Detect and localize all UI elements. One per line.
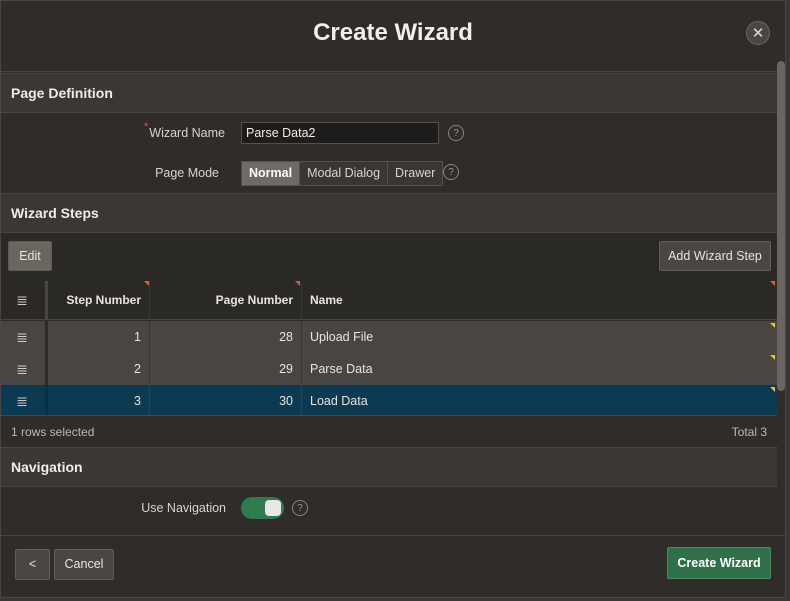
name-cell[interactable]: Load Data	[310, 385, 610, 417]
page-number-cell[interactable]: 30	[150, 385, 293, 417]
toggle-knob	[265, 500, 281, 516]
step-number-cell[interactable]: 2	[49, 353, 141, 385]
page-definition-header: Page Definition	[1, 73, 777, 113]
create-wizard-button[interactable]: Create Wizard	[667, 547, 771, 579]
cancel-button[interactable]: Cancel	[54, 549, 114, 580]
page-mode-segmented: Normal Modal Dialog Drawer	[241, 161, 444, 186]
create-wizard-dialog: Create Wizard ✕ Page Definition * Wizard…	[0, 0, 787, 598]
navigation-header: Navigation	[1, 447, 777, 487]
wizard-name-label: Wizard Name	[149, 126, 225, 140]
grid-toolbar: Edit Add Wizard Step	[1, 233, 777, 281]
dialog-titlebar: Create Wizard ✕	[1, 1, 785, 72]
close-icon[interactable]: ✕	[746, 21, 770, 45]
page-definition-title: Page Definition	[11, 85, 113, 101]
rows-selected-text: 1 rows selected	[11, 425, 95, 439]
page-mode-modal-dialog[interactable]: Modal Dialog	[300, 162, 389, 185]
wizard-name-input[interactable]	[241, 122, 439, 144]
row-drag-handle-icon[interactable]: ≣	[13, 321, 31, 353]
column-page-number[interactable]: Page Number	[150, 281, 293, 319]
table-row-selected[interactable]: ≣ 3 30 Load Data	[1, 385, 777, 417]
chevron-left-icon: <	[28, 557, 37, 571]
wizard-steps-header: Wizard Steps	[1, 193, 777, 233]
edit-button[interactable]: Edit	[8, 241, 52, 271]
name-cell[interactable]: Parse Data	[310, 353, 610, 385]
column-name[interactable]: Name	[310, 281, 510, 319]
use-navigation-label: Use Navigation	[141, 501, 226, 515]
use-navigation-toggle[interactable]	[241, 497, 284, 519]
back-button[interactable]: <	[15, 549, 50, 580]
page-mode-drawer[interactable]: Drawer	[388, 162, 443, 185]
row-drag-handle-icon[interactable]: ≣	[13, 385, 31, 417]
name-cell[interactable]: Upload File	[310, 321, 610, 353]
step-number-cell[interactable]: 3	[49, 385, 141, 417]
table-row[interactable]: ≣ 2 29 Parse Data	[1, 353, 777, 385]
page-mode-normal[interactable]: Normal	[242, 162, 301, 185]
step-number-cell[interactable]: 1	[49, 321, 141, 353]
grid-header-row: ≣ Step Number Page Number Name	[1, 281, 777, 320]
column-menu-icon[interactable]: ≣	[13, 281, 31, 319]
page-number-cell[interactable]: 28	[150, 321, 293, 353]
wizard-steps-title: Wizard Steps	[11, 205, 99, 221]
page-number-cell[interactable]: 29	[150, 353, 293, 385]
dialog-title: Create Wizard	[313, 19, 473, 46]
dialog-scrollbar[interactable]	[777, 61, 785, 391]
column-step-number[interactable]: Step Number	[49, 281, 141, 319]
row-drag-handle-icon[interactable]: ≣	[13, 353, 31, 385]
wizard-name-help-icon[interactable]: ?	[448, 125, 464, 141]
use-navigation-help-icon[interactable]: ?	[292, 500, 308, 516]
page-mode-label: Page Mode	[155, 166, 219, 180]
add-wizard-step-button[interactable]: Add Wizard Step	[659, 241, 771, 271]
table-row[interactable]: ≣ 1 28 Upload File	[1, 321, 777, 353]
page-mode-help-icon[interactable]: ?	[443, 164, 459, 180]
grid-footer: 1 rows selected Total 3	[1, 415, 777, 448]
total-count-text: Total 3	[731, 425, 767, 439]
navigation-title: Navigation	[11, 459, 83, 475]
